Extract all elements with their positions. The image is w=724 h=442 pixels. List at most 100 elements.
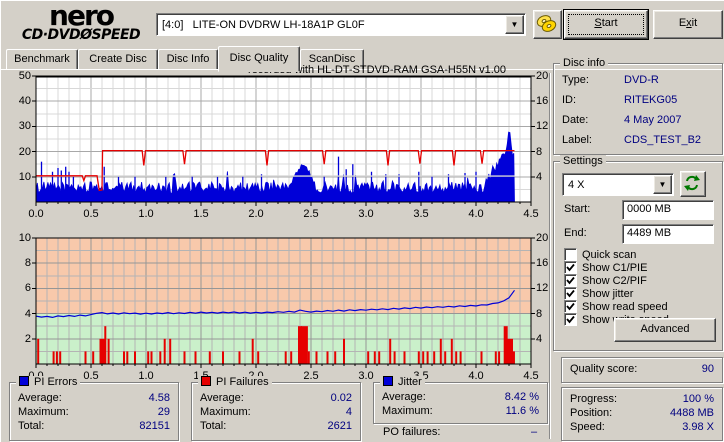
refresh-icon	[684, 175, 700, 191]
chevron-down-icon: ▼	[510, 20, 519, 29]
pie-average-value: 4.58	[148, 392, 170, 404]
nero-cdspeed-logo: nero CD·DVDØSPEED	[5, 0, 157, 43]
po-failures-label: PO failures:	[383, 426, 441, 438]
axis-tick-label: 0.0	[28, 208, 44, 220]
disc-type-value: DVD-R	[624, 74, 659, 86]
pif-average-value: 0.02	[330, 392, 352, 404]
drive-select-dropdown-button[interactable]: ▼	[505, 15, 524, 34]
axis-tick-label: 16	[536, 95, 549, 108]
axis-tick-label: 3.0	[358, 208, 374, 220]
checkbox-show-jitter[interactable]: Show jitter	[564, 287, 633, 300]
axis-tick-label: 8	[536, 307, 543, 320]
axis-tick-label: 4.0	[468, 370, 484, 382]
axis-tick-label: 4.0	[468, 208, 484, 220]
axis-tick-label: 12	[536, 282, 549, 295]
checkbox-box[interactable]	[564, 287, 577, 300]
axis-tick-label: 8	[536, 145, 543, 158]
app-window: nero CD·DVDØSPEED [4:0] LITE-ON DVDRW LH…	[0, 0, 724, 442]
quality-score-panel: Quality score: 90	[561, 357, 723, 383]
advanced-button-label: Advanced	[640, 323, 690, 335]
axis-tick-label: 4	[536, 332, 543, 345]
scan-speed-dropdown-button[interactable]: ▼	[653, 175, 672, 194]
axis-tick-label: 2.5	[303, 370, 319, 382]
progress-panel: Progress: 100 % Position: 4488 MB Speed: 3.…	[561, 387, 723, 441]
pi-errors-chart	[32, 75, 535, 206]
checkbox-box[interactable]	[564, 261, 577, 274]
scan-speed-select[interactable]: 4 X ▼	[562, 173, 674, 196]
drive-select[interactable]: [4:0] LITE-ON DVDRW LH-18A1P GL0F ▼	[156, 13, 526, 36]
pif-total-value: 2621	[327, 420, 352, 432]
pi-errors-stats-group: PI Errors Average: 4.58 Maximum: 29 Total:…	[9, 376, 179, 441]
axis-tick-label: 2.5	[303, 208, 319, 220]
axis-tick-label: 10	[18, 232, 31, 244]
axis-tick-label: 20	[536, 70, 549, 82]
axis-tick-label: 12	[536, 120, 549, 133]
checkbox-label: Show read speed	[582, 300, 668, 313]
logo-text-cddvdspeed: CD·DVDØSPEED	[21, 27, 141, 43]
start-position-field[interactable]: 0000 MB	[622, 200, 714, 220]
disc-info-group: Disc info Type: DVD-R ID: RITEKG05 Date: 4 …	[553, 57, 723, 155]
axis-tick-label: 0.5	[83, 208, 99, 220]
logo-text-nero: nero	[49, 0, 115, 32]
checkbox-box[interactable]	[564, 300, 577, 313]
axis-tick-label: 1.5	[193, 208, 209, 220]
pi-errors-swatch-icon	[19, 376, 29, 386]
checkbox-show-read-speed[interactable]: Show read speed	[564, 300, 668, 313]
pi-failures-stats-group: PI Failures Average: 0.02 Maximum: 4 Total…	[191, 376, 361, 441]
pi-errors-legend: PI Errors	[16, 376, 81, 388]
axis-tick-label: 16	[536, 257, 549, 270]
end-position-label: End:	[564, 227, 587, 239]
disc-type-label: Type:	[562, 74, 589, 86]
speed-label: Speed:	[570, 421, 605, 433]
disc-id-value: RITEKG05	[624, 94, 678, 106]
end-position-field[interactable]: 4489 MB	[622, 224, 714, 244]
axis-tick-label: 20	[18, 145, 31, 158]
advanced-button[interactable]: Advanced	[614, 318, 716, 342]
checkbox-quick-scan[interactable]: Quick scan	[564, 248, 636, 261]
axis-tick-label: 4.5	[523, 370, 539, 382]
jitter-swatch-icon	[383, 376, 393, 386]
start-position-label: Start:	[564, 203, 591, 215]
axis-tick-label: 30	[18, 120, 31, 133]
checkbox-box[interactable]	[564, 274, 577, 287]
discs-icon	[536, 15, 557, 32]
axis-tick-label: 40	[18, 95, 31, 108]
progress-label: Progress:	[570, 393, 618, 405]
disc-selection-button[interactable]	[533, 10, 562, 39]
axis-tick-label: 50	[18, 70, 31, 82]
jitter-maximum-value: 11.6 %	[505, 405, 539, 417]
scan-speed-value: 4 X	[568, 178, 585, 191]
quality-score-value: 90	[701, 363, 714, 375]
exit-button-label: Exit	[678, 17, 698, 29]
tab-disc-quality[interactable]: Disc Quality	[218, 46, 300, 72]
checkbox-box[interactable]	[564, 248, 577, 261]
axis-tick-label: 4	[24, 307, 31, 320]
disc-label-value: CDS_TEST_B2	[624, 134, 702, 146]
position-label: Position:	[570, 407, 613, 419]
start-button[interactable]: Start	[564, 10, 648, 39]
exit-button[interactable]: Exit	[653, 10, 723, 39]
checkbox-label: Quick scan	[582, 248, 637, 261]
axis-tick-label: 3.5	[413, 208, 429, 220]
jitter-stats-group: Jitter Average: 8.42 % Maximum: 11.6 %	[373, 376, 548, 424]
jitter-legend: Jitter	[380, 376, 425, 388]
checkbox-show-c1-pie[interactable]: Show C1/PIE	[564, 261, 647, 274]
axis-tick-label: 1.0	[138, 208, 154, 220]
pi-failures-legend: PI Failures	[198, 376, 272, 388]
checkbox-box[interactable]	[564, 313, 577, 326]
checkbox-show-c2-pif[interactable]: Show C2/PIF	[564, 274, 647, 287]
disc-info-title: Disc info	[560, 57, 609, 69]
axis-tick-label: 3.0	[358, 370, 374, 382]
progress-value: 100 %	[682, 393, 714, 405]
disc-label-label: Label:	[562, 134, 592, 146]
disc-id-label: ID:	[562, 94, 577, 106]
po-failures-value: –	[531, 426, 538, 438]
refresh-button[interactable]	[680, 171, 706, 197]
axis-tick-label: 2	[24, 332, 31, 345]
speed-value: 3.98 X	[682, 421, 714, 433]
pi-failures-swatch-icon	[201, 376, 211, 386]
axis-tick-label: 0.5	[83, 370, 99, 382]
pie-total-value: 82151	[139, 420, 170, 432]
pif-maximum-value: 4	[345, 406, 352, 418]
jitter-average-value: 8.42 %	[504, 391, 539, 403]
